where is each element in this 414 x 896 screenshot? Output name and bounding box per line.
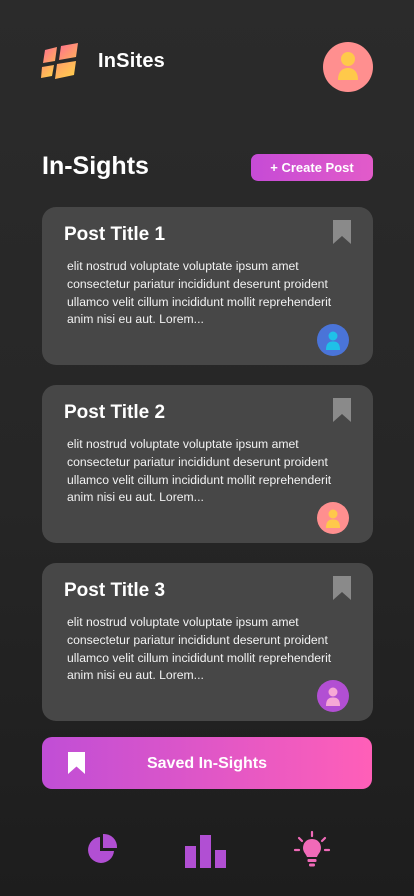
user-avatar[interactable] bbox=[323, 42, 373, 92]
bookmark-icon[interactable] bbox=[333, 576, 351, 600]
bar-chart-icon bbox=[185, 835, 226, 868]
user-icon bbox=[326, 509, 340, 528]
nav-item-insights[interactable] bbox=[290, 828, 334, 872]
post-title: Post Title 1 bbox=[64, 224, 166, 245]
bottom-nav bbox=[0, 828, 414, 888]
lightbulb-icon bbox=[293, 830, 331, 867]
bookmark-icon[interactable] bbox=[333, 220, 351, 244]
app-logo-icon bbox=[41, 43, 78, 79]
user-icon bbox=[326, 331, 340, 350]
nav-item-stats[interactable] bbox=[183, 828, 227, 872]
create-post-button[interactable]: + Create Post bbox=[251, 154, 373, 181]
post-excerpt: elit nostrud voluptate voluptate ipsum a… bbox=[67, 259, 332, 327]
post-title: Post Title 2 bbox=[64, 402, 166, 423]
saved-insights-label: Saved In-Sights bbox=[146, 755, 268, 772]
user-icon bbox=[326, 687, 340, 706]
bookmark-icon[interactable] bbox=[333, 398, 351, 422]
pie-chart-icon bbox=[88, 833, 118, 863]
post-card[interactable]: Post Title 3 elit nostrud voluptate volu… bbox=[42, 563, 373, 721]
post-card[interactable]: Post Title 2 elit nostrud voluptate volu… bbox=[42, 385, 373, 543]
user-icon bbox=[338, 52, 358, 80]
author-avatar[interactable] bbox=[317, 324, 349, 356]
post-excerpt: elit nostrud voluptate voluptate ipsum a… bbox=[67, 615, 332, 683]
page-title: In-Sights bbox=[42, 152, 149, 180]
post-excerpt: elit nostrud voluptate voluptate ipsum a… bbox=[67, 437, 332, 505]
author-avatar[interactable] bbox=[317, 680, 349, 712]
app-name: InSites bbox=[98, 50, 165, 72]
post-card[interactable]: Post Title 1 elit nostrud voluptate volu… bbox=[42, 207, 373, 365]
app-header: InSites bbox=[0, 0, 414, 130]
saved-insights-button[interactable]: Saved In-Sights bbox=[42, 737, 372, 789]
author-avatar[interactable] bbox=[317, 502, 349, 534]
post-title: Post Title 3 bbox=[64, 580, 166, 601]
nav-item-analytics[interactable] bbox=[80, 828, 124, 872]
